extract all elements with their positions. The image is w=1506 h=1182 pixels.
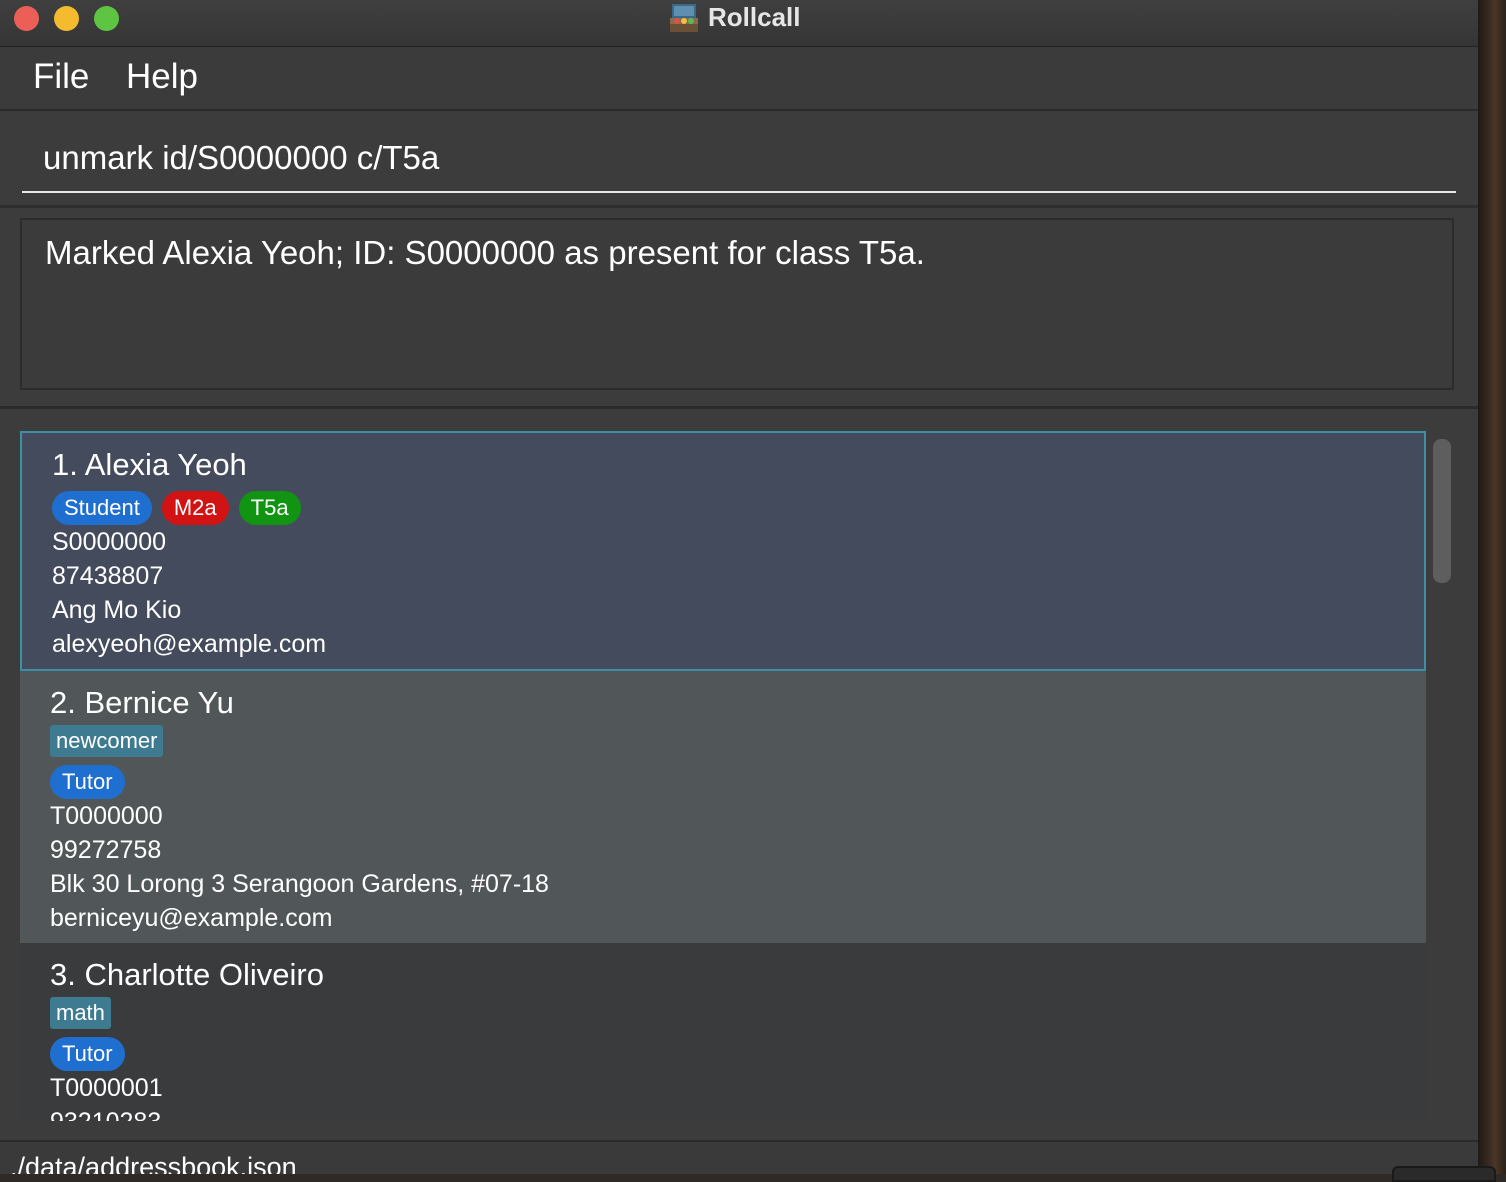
role-badge: Tutor [50,1037,125,1071]
role-badge: Student [52,491,152,525]
close-window-button[interactable] [14,6,39,31]
person-id: T0000000 [50,802,163,830]
class-badges: Tutor [50,1037,324,1071]
desktop-background [1478,0,1506,1174]
command-input-value: unmark id/S0000000 c/T5a [43,139,440,176]
person-list: 1. Alexia Yeoh Student M2a T5a S0000000 … [20,431,1426,1121]
result-message: Marked Alexia Yeoh; ID: S0000000 as pres… [45,234,925,271]
person-address: Ang Mo Kio [52,596,182,624]
window-title-group: Rollcall [668,0,800,34]
person-email: berniceyu@example.com [50,904,333,932]
person-phone: 87438807 [52,562,164,590]
rollcall-app-icon [670,4,698,32]
person-tag: newcomer [50,725,164,757]
person-list-panel: 1. Alexia Yeoh Student M2a T5a S0000000 … [0,406,1478,1143]
person-card[interactable]: 3. Charlotte Oliveiro math Tutor T000000… [20,943,1426,1121]
person-name: 3. Charlotte Oliveiro [50,957,324,992]
app-window: Rollcall File Help unmark id/S0000000 c/… [0,0,1478,1174]
menu-file[interactable]: File [33,57,89,97]
minimize-window-button[interactable] [54,6,79,31]
person-name: 2. Bernice Yu [50,685,234,720]
maximize-window-button[interactable] [94,6,119,31]
class-badge: T5a [238,491,301,525]
save-file-path: ./data/addressbook.json [10,1152,297,1174]
person-phone: 93210283 [50,1105,324,1121]
class-badge: M2a [161,491,229,525]
window-title: Rollcall [708,1,801,32]
dock-edge [1392,1166,1496,1182]
list-scrollbar-thumb[interactable] [1433,439,1451,583]
menu-help[interactable]: Help [126,57,198,97]
class-badges: Student M2a T5a [52,491,326,525]
person-id: T0000001 [50,1074,163,1102]
person-email: alexyeoh@example.com [52,630,327,658]
result-display: Marked Alexia Yeoh; ID: S0000000 as pres… [20,218,1454,390]
class-badges: Tutor [50,765,549,799]
title-bar: Rollcall [0,0,1478,47]
person-phone: 99272758 [50,836,162,864]
person-card[interactable]: 2. Bernice Yu newcomer Tutor T0000000 99… [20,671,1426,943]
command-input[interactable]: unmark id/S0000000 c/T5a [22,133,1456,193]
result-display-area: Marked Alexia Yeoh; ID: S0000000 as pres… [0,208,1478,404]
person-tag: math [50,997,111,1029]
person-name: 1. Alexia Yeoh [52,447,247,482]
person-card[interactable]: 1. Alexia Yeoh Student M2a T5a S0000000 … [20,431,1426,671]
status-bar: ./data/addressbook.json [0,1140,1478,1174]
menu-bar: File Help [0,47,1478,111]
role-badge: Tutor [50,765,125,799]
list-scrollbar[interactable] [1430,431,1456,1121]
person-id: S0000000 [52,528,167,556]
person-address: Blk 30 Lorong 3 Serangoon Gardens, #07-1… [50,870,549,898]
command-box-area: unmark id/S0000000 c/T5a [0,111,1478,208]
